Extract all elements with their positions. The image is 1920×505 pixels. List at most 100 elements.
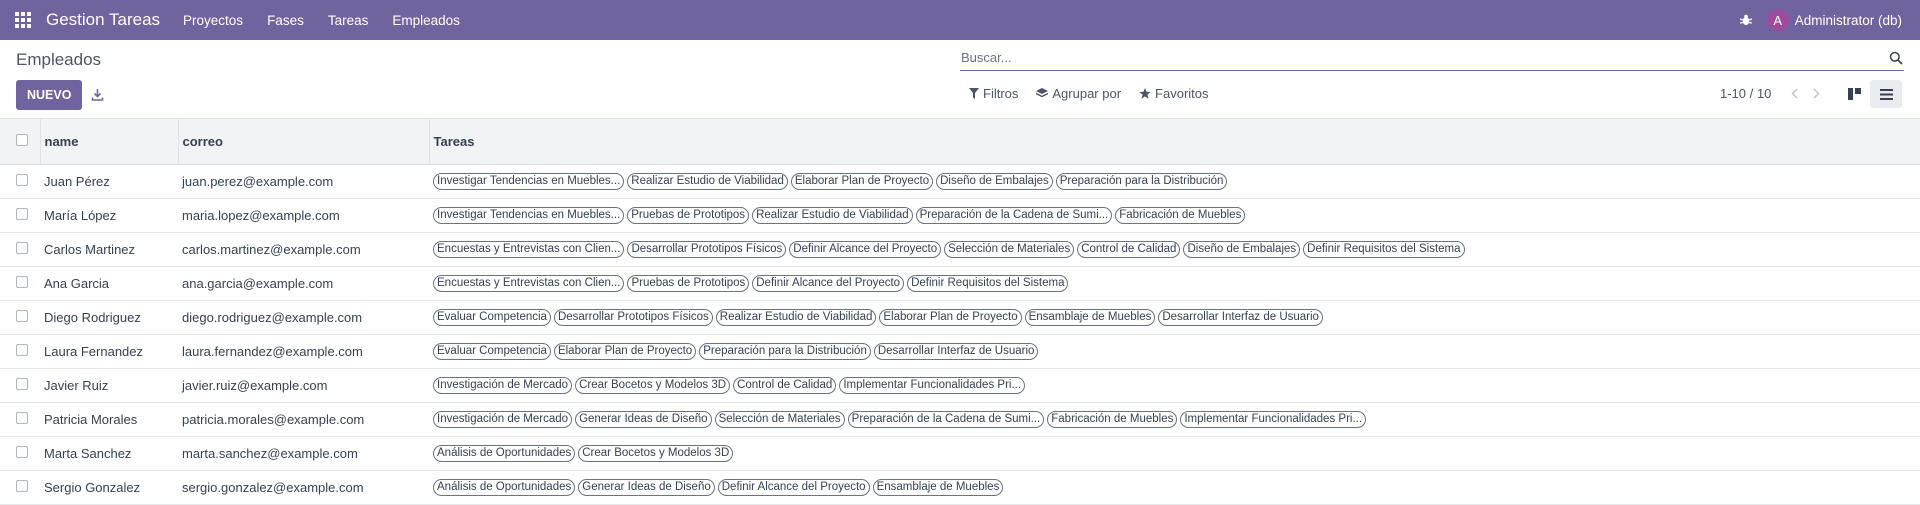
table-row[interactable]: Juan Pérez juan.perez@example.com Investig… bbox=[0, 164, 1920, 198]
cell-correo[interactable]: maria.lopez@example.com bbox=[178, 198, 429, 232]
table-row[interactable]: Marta Sanchez marta.sanchez@example.com An… bbox=[0, 436, 1920, 470]
task-tag: Análisis de Oportunidades bbox=[433, 478, 576, 496]
cell-name[interactable]: Javier Ruiz bbox=[40, 368, 178, 402]
cell-correo[interactable]: ana.garcia@example.com bbox=[178, 266, 429, 300]
bug-icon[interactable] bbox=[1739, 13, 1753, 27]
cell-correo[interactable]: laura.fernandez@example.com bbox=[178, 334, 429, 368]
task-tag: Desarrollar Prototipos Físicos bbox=[553, 308, 713, 326]
filter-icon bbox=[969, 88, 979, 99]
page-title: Empleados bbox=[16, 50, 102, 69]
row-checkbox[interactable] bbox=[16, 445, 28, 458]
cell-tareas[interactable]: Análisis de Oportunidades Crear Bocetos y… bbox=[429, 436, 1920, 470]
cell-tareas[interactable]: Investigar Tendencias en Muebles... Prueb… bbox=[429, 198, 1920, 232]
cell-tareas[interactable]: Encuestas y Entrevistas con Clien... Prue… bbox=[429, 266, 1920, 300]
menu-proyectos[interactable]: Proyectos bbox=[183, 13, 243, 28]
row-checkbox[interactable] bbox=[16, 309, 28, 322]
task-tag: Diseño de Embalajes bbox=[936, 172, 1053, 190]
cell-correo[interactable]: patricia.morales@example.com bbox=[178, 402, 429, 436]
table-row[interactable]: Diego Rodriguez diego.rodriguez@example.c… bbox=[0, 300, 1920, 334]
column-header-tareas[interactable]: Tareas bbox=[429, 119, 1920, 165]
task-tag: Diseño de Embalajes bbox=[1183, 240, 1301, 258]
row-select-cell bbox=[0, 164, 40, 198]
menu-tareas[interactable]: Tareas bbox=[328, 13, 369, 28]
row-checkbox[interactable] bbox=[16, 479, 28, 492]
table-header-row: name correo Tareas bbox=[0, 119, 1920, 165]
select-all-checkbox[interactable] bbox=[16, 133, 28, 146]
cell-tareas[interactable]: Encuestas y Entrevistas con Clien... Desa… bbox=[429, 232, 1920, 266]
table-row[interactable]: María López maria.lopez@example.com Invest… bbox=[0, 198, 1920, 232]
row-checkbox[interactable] bbox=[16, 411, 28, 424]
apps-menu-icon[interactable] bbox=[0, 0, 46, 40]
cell-name[interactable]: María López bbox=[40, 198, 178, 232]
row-checkbox[interactable] bbox=[16, 207, 28, 220]
column-header-name[interactable]: name bbox=[40, 119, 179, 165]
cell-tareas[interactable]: Análisis de Oportunidades Generar Ideas d… bbox=[429, 470, 1920, 504]
cell-correo[interactable]: diego.rodriguez@example.com bbox=[178, 300, 429, 334]
row-checkbox[interactable] bbox=[16, 377, 28, 390]
task-tag: Desarrollar Interfaz de Usuario bbox=[873, 342, 1039, 360]
navbar-right: A Administrator (db) bbox=[1739, 0, 1920, 40]
cell-tareas[interactable]: Investigación de Mercado Generar Ideas de… bbox=[429, 402, 1920, 436]
app-name[interactable]: Gestion Tareas bbox=[46, 10, 160, 30]
pager-value[interactable]: 1-10 / 10 bbox=[1720, 86, 1771, 101]
new-button[interactable]: NUEVO bbox=[16, 80, 83, 110]
search-icon[interactable] bbox=[1889, 51, 1903, 65]
task-tag: Fabricación de Muebles bbox=[1047, 410, 1178, 428]
download-icon[interactable] bbox=[91, 88, 104, 101]
filters-button[interactable]: Filtros bbox=[969, 86, 1018, 101]
row-checkbox[interactable] bbox=[16, 275, 28, 288]
column-header-correo[interactable]: correo bbox=[178, 119, 430, 165]
row-checkbox[interactable] bbox=[16, 241, 28, 254]
star-icon bbox=[1139, 88, 1151, 99]
cell-correo[interactable]: sergio.gonzalez@example.com bbox=[178, 470, 429, 504]
group-by-button[interactable]: Agrupar por bbox=[1036, 86, 1121, 101]
cell-name[interactable]: Patricia Morales bbox=[40, 402, 178, 436]
chevron-right-icon[interactable] bbox=[1809, 87, 1823, 101]
kanban-view-button[interactable] bbox=[1838, 80, 1870, 108]
menu-empleados[interactable]: Empleados bbox=[392, 13, 460, 28]
cell-name[interactable]: Ana Garcia bbox=[40, 266, 178, 300]
cell-name[interactable]: Diego Rodriguez bbox=[40, 300, 178, 334]
table-row[interactable]: Laura Fernandez laura.fernandez@example.c… bbox=[0, 334, 1920, 368]
search-input[interactable] bbox=[960, 45, 1904, 71]
task-tag: Ensamblaje de Muebles bbox=[872, 478, 1004, 496]
cell-tareas[interactable]: Investigar Tendencias en Muebles... Reali… bbox=[429, 164, 1920, 198]
select-all-cell bbox=[0, 119, 41, 165]
cell-tareas[interactable]: Evaluar Competencia Elaborar Plan de Proy… bbox=[429, 334, 1920, 368]
user-name: Administrator (db) bbox=[1794, 12, 1902, 28]
menu-fases[interactable]: Fases bbox=[267, 13, 304, 28]
task-tag: Pruebas de Prototipos bbox=[627, 274, 750, 292]
cell-correo[interactable]: carlos.martinez@example.com bbox=[178, 232, 429, 266]
cell-correo[interactable]: juan.perez@example.com bbox=[178, 164, 429, 198]
list-view-button[interactable] bbox=[1870, 80, 1902, 108]
task-tag: Investigación de Mercado bbox=[433, 376, 573, 394]
cell-name[interactable]: Carlos Martinez bbox=[40, 232, 178, 266]
task-tag: Selección de Materiales bbox=[944, 240, 1075, 258]
table-row[interactable]: Ana Garcia ana.garcia@example.com Encuesta… bbox=[0, 266, 1920, 300]
cell-name[interactable]: Laura Fernandez bbox=[40, 334, 178, 368]
cell-name[interactable]: Juan Pérez bbox=[40, 164, 178, 198]
task-tag: Investigar Tendencias en Muebles... bbox=[433, 172, 625, 190]
table-row[interactable]: Patricia Morales patricia.morales@example… bbox=[0, 402, 1920, 436]
favorites-button[interactable]: Favoritos bbox=[1139, 86, 1209, 101]
task-tag: Implementar Funcionalidades Pri... bbox=[839, 376, 1026, 394]
table-row[interactable]: Sergio Gonzalez sergio.gonzalez@example.c… bbox=[0, 470, 1920, 504]
employees-table: name correo Tareas Juan Pérez juan.perez@… bbox=[0, 119, 1920, 505]
table-row[interactable]: Carlos Martinez carlos.martinez@example.c… bbox=[0, 232, 1920, 266]
cell-tareas[interactable]: Investigación de Mercado Crear Bocetos y … bbox=[429, 368, 1920, 402]
chevron-left-icon[interactable] bbox=[1787, 87, 1801, 101]
cell-correo[interactable]: marta.sanchez@example.com bbox=[178, 436, 429, 470]
row-checkbox[interactable] bbox=[16, 343, 28, 356]
cell-correo[interactable]: javier.ruiz@example.com bbox=[178, 368, 429, 402]
user-menu[interactable]: A Administrator (db) bbox=[1766, 9, 1902, 31]
cell-tareas[interactable]: Evaluar Competencia Desarrollar Prototipo… bbox=[429, 300, 1920, 334]
cell-name[interactable]: Marta Sanchez bbox=[40, 436, 178, 470]
filters-label: Filtros bbox=[983, 86, 1019, 101]
table-row[interactable]: Javier Ruiz javier.ruiz@example.com Invest… bbox=[0, 368, 1920, 402]
avatar: A bbox=[1766, 9, 1789, 31]
cell-name[interactable]: Sergio Gonzalez bbox=[40, 470, 178, 504]
pager: 1-10 / 10 bbox=[1720, 86, 1831, 101]
task-tag: Realizar Estudio de Viabilidad bbox=[752, 206, 913, 224]
row-checkbox[interactable] bbox=[16, 173, 28, 186]
row-select-cell bbox=[0, 334, 40, 368]
